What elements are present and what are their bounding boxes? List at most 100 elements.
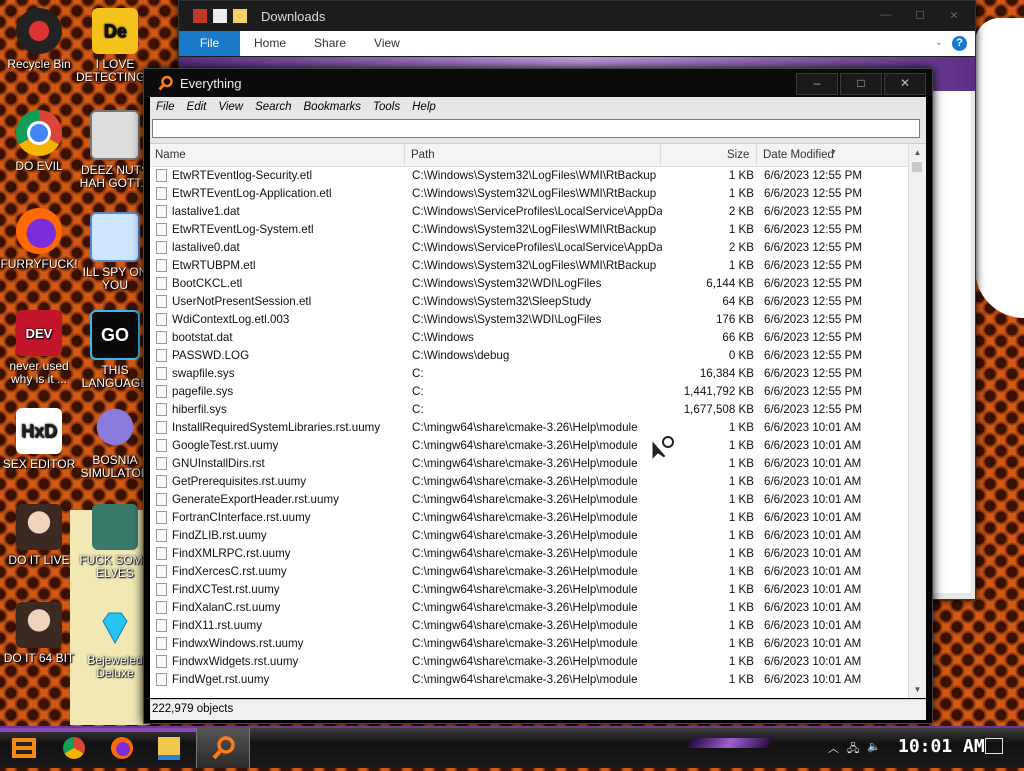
file-name: pagefile.sys [172,385,234,398]
start-button[interactable] [8,734,40,762]
search-input[interactable] [152,119,920,138]
help-icon[interactable]: ? [952,36,967,51]
table-row[interactable]: PASSWD.LOG C:\Windows\debug 0 KB 6/6/2023 1… [150,347,908,365]
table-row[interactable]: GNUInstallDirs.rst C:\mingw64\share\cmake… [150,455,908,473]
table-row[interactable]: FindwxWindows.rst.uumy C:\mingw64\share\c… [150,635,908,653]
file-path: C:\mingw64\share\cmake-3.26\Help\module [412,547,638,560]
tab-share[interactable]: Share [300,31,360,56]
object-count: 222,979 objects [152,703,234,715]
table-row[interactable]: FindXalanC.rst.uumy C:\mingw64\share\cmak… [150,599,908,617]
chevron-up-icon[interactable]: ︿ [828,740,839,759]
network-icon[interactable]: 🖧 [847,740,859,759]
scroll-up-icon[interactable]: ▲ [909,144,926,161]
minimize-icon[interactable]: — [869,9,903,22]
file-date-modified: 6/6/2023 12:55 PM [764,331,862,344]
table-row[interactable]: FindwxWidgets.rst.uumy C:\mingw64\share\c… [150,653,908,671]
table-row[interactable]: EtwRTEventLog-System.etl C:\Windows\Syste… [150,221,908,239]
table-row[interactable]: UserNotPresentSession.etl C:\Windows\Syst… [150,293,908,311]
properties-icon[interactable] [213,9,227,23]
desktop-icon-do-it-live[interactable]: DO IT LIVE [0,504,78,567]
taskbar-firefox[interactable] [108,734,136,762]
file-size: 176 KB [715,313,754,326]
chevron-down-icon[interactable]: ⌄ [935,37,943,48]
desktop-icon-label: SEX EDITOR [2,458,76,471]
file-name: BootCKCL.etl [172,277,243,290]
desktop-icon-devcpp[interactable]: DEV never used why is it ... [0,310,78,386]
table-row[interactable]: FindXercesC.rst.uumy C:\mingw64\share\cma… [150,563,908,581]
table-row[interactable]: BootCKCL.etl C:\Windows\System32\WDI\LogF… [150,275,908,293]
table-row[interactable]: FindXMLRPC.rst.uumy C:\mingw64\share\cmak… [150,545,908,563]
table-row[interactable]: EtwRTUBPM.etl C:\Windows\System32\LogFile… [150,257,908,275]
menu-search[interactable]: Search [249,101,297,113]
maximize-icon[interactable]: ☐ [903,9,937,22]
file-size: 1 KB [728,511,754,524]
menu-help[interactable]: Help [406,101,442,113]
table-row[interactable]: swapfile.sys C: 16,384 KB 6/6/2023 12:55 PM [150,365,908,383]
column-name[interactable]: Name [155,149,186,161]
table-row[interactable]: EtwRTEventLog-Application.etl C:\Windows\… [150,185,908,203]
table-row[interactable]: lastalive0.dat C:\Windows\ServiceProfiles… [150,239,908,257]
file-date-modified: 6/6/2023 12:55 PM [764,187,862,200]
downloads-titlebar[interactable]: Downloads — ☐ ✕ [179,1,975,31]
taskbar-file-explorer[interactable] [155,734,183,762]
menu-tools[interactable]: Tools [367,101,406,113]
table-row[interactable]: EtwRTEventlog-Security.etl C:\Windows\Sys… [150,167,908,185]
folder-icon[interactable] [193,9,207,23]
explorer-content [931,91,971,593]
vertical-scrollbar[interactable]: ▲ ▼ [908,144,926,698]
tab-home[interactable]: Home [240,31,300,56]
menu-file[interactable]: File [150,101,181,113]
table-row[interactable]: FindZLIB.rst.uumy C:\mingw64\share\cmake-… [150,527,908,545]
taskbar-chrome[interactable] [60,734,88,762]
menu-edit[interactable]: Edit [181,101,213,113]
minimize-icon[interactable]: – [796,73,838,95]
table-row[interactable]: pagefile.sys C: 1,441,792 KB 6/6/2023 12:55… [150,383,908,401]
file-date-modified: 6/6/2023 10:01 AM [764,583,862,596]
table-row[interactable]: bootstat.dat C:\Windows 66 KB 6/6/2023 12:5… [150,329,908,347]
notification-icon[interactable] [985,738,1003,754]
table-row[interactable]: GetPrerequisites.rst.uumy C:\mingw64\shar… [150,473,908,491]
table-row[interactable]: hiberfil.sys C: 1,677,508 KB 6/6/2023 12:55… [150,401,908,419]
clock[interactable]: 10:01 AM [898,736,985,757]
table-row[interactable]: FindWget.rst.uumy C:\mingw64\share\cmake-… [150,671,908,689]
volume-icon[interactable]: 🔈 [867,740,881,759]
table-row[interactable]: InstallRequiredSystemLibraries.rst.uumy C… [150,419,908,437]
table-row[interactable]: WdiContextLog.etl.003 C:\Windows\System32… [150,311,908,329]
menu-view[interactable]: View [212,101,249,113]
column-path[interactable]: Path [411,149,435,161]
results-list[interactable]: Name Path Size Date Modified ▼ EtwRTEven… [150,143,926,698]
sort-arrow-icon: ▼ [830,149,837,156]
table-row[interactable]: FindX11.rst.uumy C:\mingw64\share\cmake-3… [150,617,908,635]
everything-titlebar[interactable]: Everything – □ ✕ [144,69,932,97]
column-size[interactable]: Size [727,149,749,161]
table-row[interactable]: GenerateExportHeader.rst.uumy C:\mingw64\… [150,491,908,509]
table-row[interactable]: FindXCTest.rst.uumy C:\mingw64\share\cmak… [150,581,908,599]
table-row[interactable]: lastalive1.dat C:\Windows\ServiceProfiles… [150,203,908,221]
everything-window[interactable]: Everything – □ ✕ File Edit View Search B… [143,68,933,724]
scroll-down-icon[interactable]: ▼ [909,681,926,698]
file-date-modified: 6/6/2023 10:01 AM [764,529,862,542]
taskbar-everything[interactable] [196,728,250,768]
tab-view[interactable]: View [360,31,414,56]
table-row[interactable]: GoogleTest.rst.uumy C:\mingw64\share\cmak… [150,437,908,455]
tab-file[interactable]: File [179,31,240,56]
file-size: 1 KB [728,223,754,236]
close-icon[interactable]: ✕ [884,73,926,95]
file-name: EtwRTEventLog-System.etl [172,223,314,236]
file-name: FindWget.rst.uumy [172,673,270,686]
menu-bookmarks[interactable]: Bookmarks [298,101,368,113]
desktop-icon-firefox[interactable]: FURRYFUCK! [0,208,78,271]
table-row[interactable]: FortranCInterface.rst.uumy C:\mingw64\sha… [150,509,908,527]
maximize-icon[interactable]: □ [840,73,882,95]
desktop-icon-recycle-bin[interactable]: Recycle Bin [0,8,78,71]
taskbar: ︿ 🖧 🔈 10:01 AM [0,726,1024,768]
close-icon[interactable]: ✕ [937,9,971,22]
desktop-icon-chrome[interactable]: DO EVIL [0,110,78,173]
scrollbar-thumb[interactable] [912,162,922,172]
desktop-icon-64bit[interactable]: DO IT 64 BIT [0,602,78,665]
file-icon [156,655,167,668]
column-date-modified[interactable]: Date Modified [763,149,834,161]
new-folder-icon[interactable] [233,9,247,23]
folder-icon [158,736,180,760]
desktop-icon-hxd[interactable]: HxD SEX EDITOR [0,408,78,471]
